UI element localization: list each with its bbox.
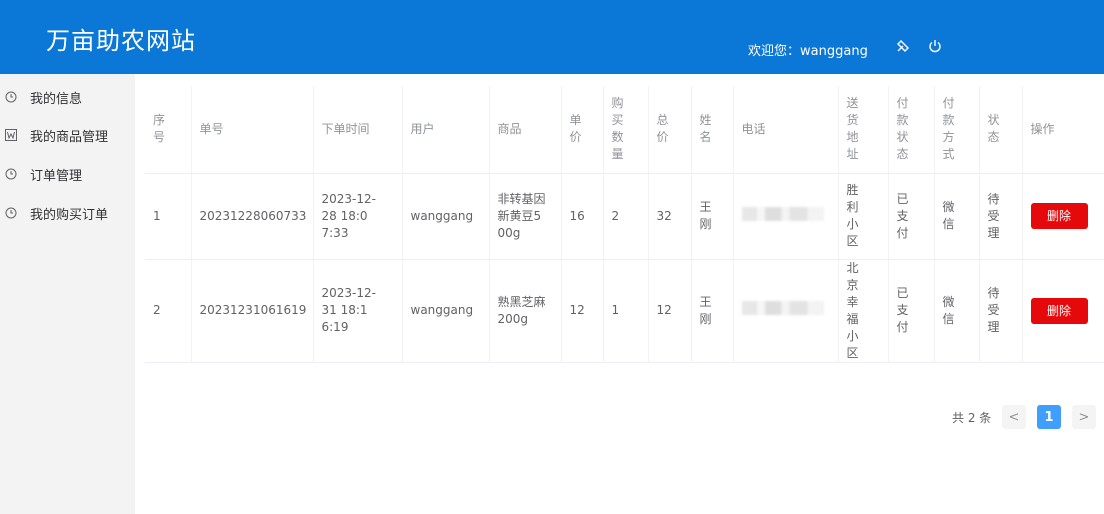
cell-user: wanggang — [401, 259, 489, 363]
col-header-total: 总价 — [647, 86, 691, 174]
cell-qty: 2 — [602, 173, 648, 260]
cell-pay-status: 已支付 — [887, 259, 934, 363]
w-box-icon — [4, 129, 17, 142]
cell-address: 北京幸福小区 — [837, 259, 888, 363]
cell-phone-redacted — [732, 259, 838, 363]
col-header-user: 用户 — [401, 86, 489, 174]
welcome-prefix: 欢迎您： — [748, 44, 801, 59]
col-header-price: 单价 — [560, 86, 603, 174]
col-header-time: 下单时间 — [312, 86, 402, 174]
col-header-phone: 电话 — [732, 86, 838, 174]
col-header-pay-method: 付款方式 — [933, 86, 979, 174]
table-row: 2 20231231061619 2023-12-31 18:16:19 wan… — [145, 259, 1104, 363]
cell-price: 12 — [560, 259, 603, 363]
cell-order-no: 20231228060733 — [190, 173, 313, 260]
sidebar-item-my-info[interactable]: 我的信息 — [0, 84, 135, 110]
cell-pay-status: 已支付 — [887, 173, 934, 260]
pagination-prev-button[interactable]: < — [1002, 405, 1026, 429]
cell-status: 待受理 — [978, 259, 1022, 363]
col-header-index: 序号 — [145, 86, 191, 174]
orders-table: 序号 单号 下单时间 用户 商品 单价 购买数量 总价 姓名 电话 送货地址 付… — [145, 86, 1104, 380]
col-header-address: 送货地址 — [837, 86, 888, 174]
sidebar-item-label: 订单管理 — [30, 168, 83, 184]
col-header-action: 操作 — [1021, 86, 1104, 174]
clock-icon — [4, 91, 17, 104]
cell-name: 王刚 — [690, 173, 733, 260]
cell-product: 熟黑芝麻200g — [488, 259, 561, 363]
cell-action: 删除 — [1021, 259, 1104, 363]
col-header-name: 姓名 — [690, 86, 733, 174]
cell-pay-method: 微信 — [933, 173, 979, 260]
welcome-text: 欢迎您：wanggang — [748, 40, 868, 59]
cell-action: 删除 — [1021, 173, 1104, 260]
pagination-page-1[interactable]: 1 — [1037, 405, 1061, 429]
cell-qty: 1 — [602, 259, 648, 363]
cell-pay-method: 微信 — [933, 259, 979, 363]
cell-time: 2023-12-31 18:16:19 — [312, 259, 402, 363]
username: wanggang — [800, 44, 868, 59]
delete-button[interactable]: 删除 — [1030, 297, 1088, 324]
cell-status: 待受理 — [978, 173, 1022, 260]
delete-button[interactable]: 删除 — [1030, 203, 1088, 229]
sidebar-item-my-products[interactable]: 我的商品管理 — [0, 122, 135, 148]
col-header-pay-status: 付款状态 — [887, 86, 934, 174]
table-row: 1 20231228060733 2023-12-28 18:07:33 wan… — [145, 173, 1104, 260]
sidebar-item-label: 我的商品管理 — [30, 129, 109, 145]
cell-time: 2023-12-28 18:07:33 — [312, 173, 402, 260]
sidebar: 我的信息 我的商品管理 订单管理 我的购买订单 — [0, 74, 135, 514]
cell-index: 1 — [145, 173, 191, 260]
top-header: 万亩助农网站 欢迎您：wanggang — [0, 0, 1104, 74]
clock-icon — [4, 207, 17, 220]
pagination-total: 共 2 条 — [952, 411, 992, 425]
power-icon[interactable] — [926, 37, 944, 55]
pagination-next-button[interactable]: > — [1072, 405, 1096, 429]
cell-total: 12 — [647, 259, 691, 363]
sidebar-item-label: 我的信息 — [30, 91, 83, 107]
col-header-qty: 购买数量 — [602, 86, 648, 174]
cell-order-no: 20231231061619 — [190, 259, 313, 363]
cell-index: 2 — [145, 259, 191, 363]
table-header-row: 序号 单号 下单时间 用户 商品 单价 购买数量 总价 姓名 电话 送货地址 付… — [145, 86, 1104, 174]
col-header-product: 商品 — [488, 86, 561, 174]
cell-price: 16 — [560, 173, 603, 260]
cell-user: wanggang — [401, 173, 489, 260]
col-header-status: 状态 — [978, 86, 1022, 174]
site-title: 万亩助农网站 — [46, 27, 196, 55]
sidebar-item-label: 我的购买订单 — [30, 207, 109, 223]
sidebar-item-my-purchases[interactable]: 我的购买订单 — [0, 200, 135, 226]
col-header-order-no: 单号 — [190, 86, 313, 174]
cell-phone-redacted — [732, 173, 838, 260]
cell-address: 胜利小区 — [837, 173, 888, 260]
cell-total: 32 — [647, 173, 691, 260]
brush-icon[interactable] — [894, 37, 912, 55]
sidebar-item-order-management[interactable]: 订单管理 — [0, 161, 135, 187]
cell-product: 非转基因新黄豆500g — [488, 173, 561, 260]
clock-icon — [4, 168, 17, 181]
cell-name: 王刚 — [690, 259, 733, 363]
